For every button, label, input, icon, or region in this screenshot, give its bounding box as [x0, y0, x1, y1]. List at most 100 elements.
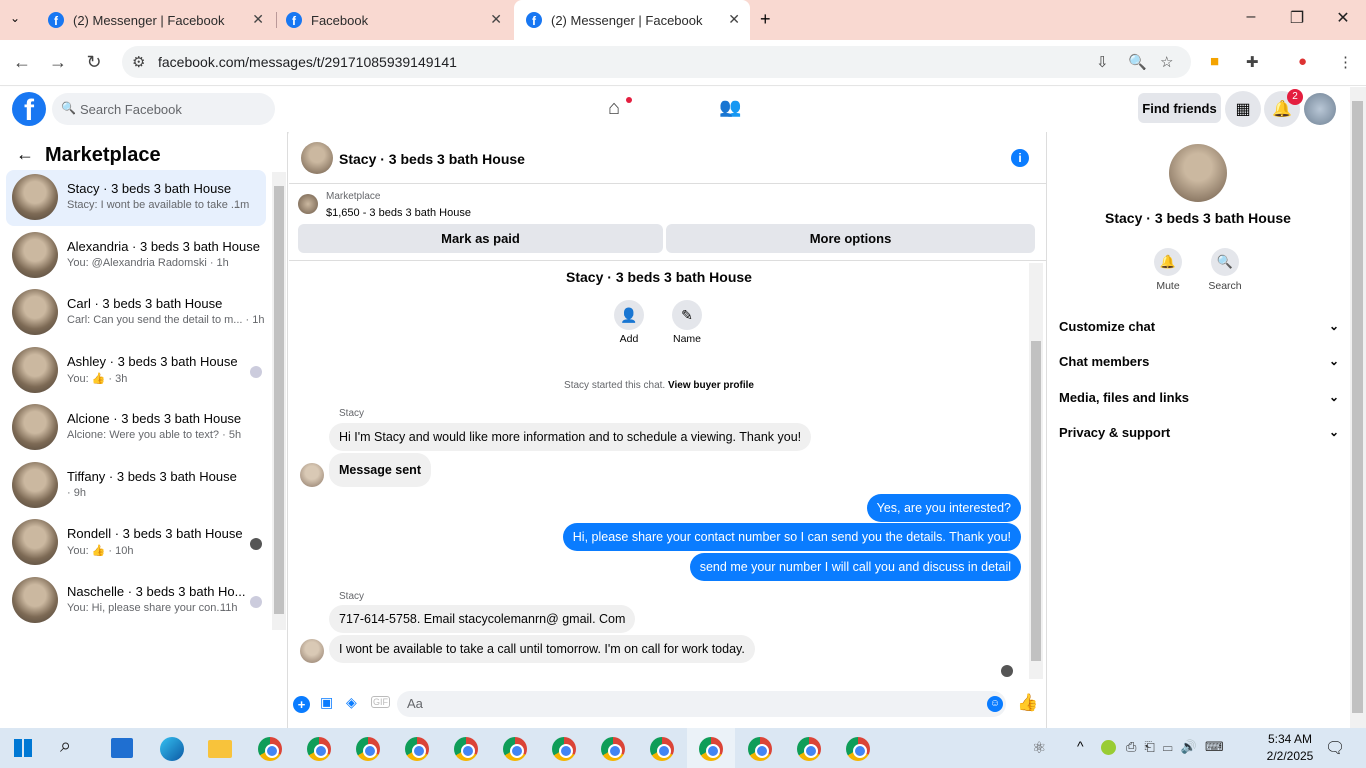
profile-icon[interactable]: ●	[1298, 53, 1307, 70]
gif-icon[interactable]: GIF	[371, 696, 390, 708]
chrome-icon[interactable]	[503, 737, 527, 761]
outgoing-message[interactable]: send me your number I will call you and …	[689, 553, 1021, 581]
install-app-icon[interactable]: ⇩	[1096, 53, 1109, 71]
browser-menu-icon[interactable]: ⋮	[1338, 53, 1353, 71]
facebook-favicon-icon: f	[526, 12, 542, 28]
close-tab-icon[interactable]: ✕	[490, 11, 502, 28]
close-tab-icon[interactable]: ✕	[252, 11, 264, 28]
copilot-icon[interactable]: ⚛	[1032, 738, 1046, 758]
tab-messenger-active[interactable]: f (2) Messenger | Facebook ✕	[514, 0, 750, 40]
incoming-message[interactable]: Hi I'm Stacy and would like more informa…	[329, 423, 812, 451]
restore-icon[interactable]: ❐	[1282, 8, 1312, 28]
sticker-icon[interactable]: ◈	[346, 694, 357, 711]
file-explorer-icon[interactable]	[208, 740, 232, 758]
zoom-icon[interactable]: 🔍	[1128, 53, 1147, 71]
chrome-icon[interactable]	[258, 737, 282, 761]
attach-media-icon[interactable]: ▣	[320, 694, 333, 711]
like-thumbs-up-icon[interactable]: 👍	[1017, 693, 1038, 713]
start-windows-icon[interactable]	[14, 739, 32, 757]
message-input[interactable]: Aa	[397, 691, 1006, 717]
tab-facebook[interactable]: f Facebook ✕	[274, 0, 512, 40]
incoming-message[interactable]: Message sent	[329, 453, 431, 487]
incoming-message[interactable]: 717-614-5758. Email stacycolemanrn@ gmai…	[329, 605, 636, 633]
conversation-item[interactable]: Alexandria · 3 beds 3 bath House You: @A…	[6, 228, 266, 284]
info-icon[interactable]: i	[1011, 149, 1029, 167]
notification-center-icon[interactable]: 🗨	[1325, 738, 1345, 758]
chrome-icon[interactable]	[405, 737, 429, 761]
conversation-item[interactable]: Ashley · 3 beds 3 bath House You: 👍 · 3h	[6, 343, 266, 399]
chrome-icon[interactable]	[748, 737, 772, 761]
facebook-logo-icon[interactable]: f	[12, 92, 46, 126]
chrome-icon[interactable]	[846, 737, 870, 761]
clock-date[interactable]: 2/2/2025	[1260, 749, 1320, 763]
chat-members-section[interactable]: Chat members ⌄	[1059, 354, 1339, 369]
clock-time[interactable]: 5:34 AM	[1260, 732, 1320, 746]
tab-search-chevron-icon[interactable]: ⌄	[10, 11, 20, 25]
menu-grid-icon[interactable]: ▦	[1225, 91, 1261, 127]
conversation-item[interactable]: Naschelle · 3 beds 3 bath Ho... You: Hi,…	[6, 573, 266, 629]
conversation-item[interactable]: Carl · 3 beds 3 bath House Carl: Can you…	[6, 285, 266, 341]
incoming-message[interactable]: I wont be available to take a call until…	[329, 635, 755, 663]
facebook-search-input[interactable]: 🔍 Search Facebook	[52, 93, 275, 125]
close-tab-icon[interactable]: ✕	[728, 11, 740, 28]
listing-thumbnail[interactable]	[298, 194, 318, 214]
account-avatar[interactable]	[1304, 93, 1336, 125]
reload-icon[interactable]: ↻	[82, 52, 106, 73]
tray-icons[interactable]: ⎙⎗▭🔊⌨	[1126, 739, 1232, 755]
chrome-icon[interactable]	[552, 737, 576, 761]
chrome-icon[interactable]	[797, 737, 821, 761]
site-info-icon[interactable]: ⚙	[132, 53, 145, 71]
listing-thumbnail	[12, 232, 58, 278]
edge-icon[interactable]	[160, 737, 184, 761]
bookmark-star-icon[interactable]: ☆	[1160, 53, 1173, 71]
forward-icon[interactable]: →	[46, 52, 70, 73]
chat-info-avatar[interactable]	[1169, 144, 1227, 202]
emoji-icon[interactable]: ☺	[987, 696, 1003, 712]
conversation-item[interactable]: Alcione · 3 beds 3 bath House Alcione: W…	[6, 400, 266, 456]
chrome-icon[interactable]	[356, 737, 380, 761]
privacy-support-section[interactable]: Privacy & support ⌄	[1059, 425, 1339, 440]
more-actions-plus-icon[interactable]: +	[293, 696, 310, 713]
chrome-icon[interactable]	[307, 737, 331, 761]
friends-icon[interactable]: 👥	[719, 97, 741, 118]
conversation-list-scrollbar[interactable]	[272, 172, 286, 630]
outgoing-message[interactable]: Hi, please share your contact number so …	[562, 523, 1021, 551]
find-friends-button[interactable]: Find friends	[1138, 93, 1221, 123]
store-icon[interactable]	[111, 738, 133, 758]
tray-app-icon[interactable]	[1101, 740, 1116, 755]
back-icon[interactable]: ←	[10, 52, 34, 73]
conversation-item[interactable]: Stacy · 3 beds 3 bath House Stacy: I won…	[6, 170, 266, 226]
conversation-item[interactable]: Rondell · 3 beds 3 bath House You: 👍 · 1…	[6, 515, 266, 571]
view-buyer-profile-link[interactable]: View buyer profile	[668, 380, 754, 391]
mute-button[interactable]: 🔔	[1154, 248, 1182, 276]
minimize-icon[interactable]: –	[1236, 8, 1266, 26]
customize-chat-section[interactable]: Customize chat ⌄	[1059, 319, 1339, 334]
chrome-icon[interactable]	[601, 737, 625, 761]
mark-as-paid-button[interactable]: Mark as paid	[298, 224, 663, 253]
chrome-icon[interactable]	[650, 737, 674, 761]
taskbar-search-icon[interactable]: ⌕	[60, 735, 71, 758]
message-thread-scrollbar[interactable]	[1029, 263, 1043, 679]
outgoing-message[interactable]: Yes, are you interested?	[866, 494, 1021, 522]
window-close-icon[interactable]: ✕	[1328, 8, 1358, 28]
conversation-item[interactable]: Tiffany · 3 beds 3 bath House · 9h	[6, 458, 266, 514]
back-arrow-icon[interactable]: ←	[16, 144, 34, 165]
edit-name-button[interactable]: ✎	[672, 300, 702, 330]
chrome-icon[interactable]	[454, 737, 478, 761]
tab-messenger-1[interactable]: f (2) Messenger | Facebook ✕	[36, 0, 274, 40]
new-tab-icon[interactable]: +	[760, 9, 771, 30]
home-icon[interactable]: ⌂	[608, 97, 620, 120]
chat-title[interactable]: Stacy · 3 beds 3 bath House	[339, 151, 525, 167]
more-options-button[interactable]: More options	[666, 224, 1035, 253]
extension-orange-icon[interactable]: ■	[1210, 53, 1219, 70]
extensions-puzzle-icon[interactable]: ✚	[1246, 53, 1259, 71]
listing-price-title[interactable]: $1,650 - 3 beds 3 bath House	[326, 207, 471, 219]
tray-chevron-up-icon[interactable]: ^	[1077, 738, 1084, 754]
chrome-icon[interactable]	[699, 737, 723, 761]
address-bar[interactable]: ⚙ facebook.com/messages/t/29171085939149…	[122, 46, 1191, 78]
add-people-button[interactable]: 👤	[614, 300, 644, 330]
media-files-links-section[interactable]: Media, files and links ⌄	[1059, 390, 1339, 405]
page-scrollbar[interactable]	[1350, 87, 1366, 728]
chat-avatar[interactable]	[301, 142, 333, 174]
search-in-chat-button[interactable]: 🔍	[1211, 248, 1239, 276]
